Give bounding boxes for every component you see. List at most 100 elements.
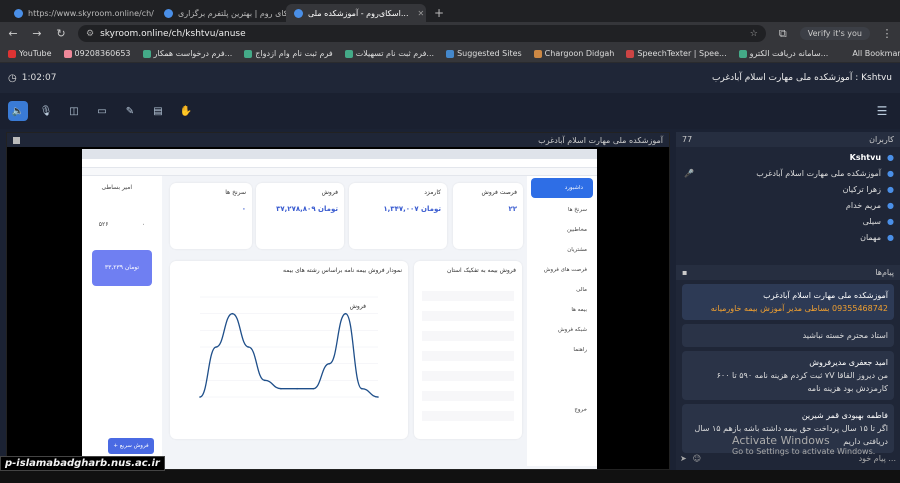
hamburger-menu-icon[interactable]: ☰ xyxy=(872,101,892,121)
bookmark-item[interactable]: SpeechTexter | Spee... xyxy=(626,49,727,58)
room-toolbar: 🔈 🎙 ◫ ▭ ✎ ▤ ✋ ☰ xyxy=(0,93,900,129)
reload-icon[interactable]: ↻ xyxy=(54,27,68,40)
bookmark-item[interactable]: سامانه دریافت الکترو... xyxy=(738,49,828,58)
bookmark-icon xyxy=(738,49,747,58)
sales-chart-card: نمودار فروش بیمه نامه براساس رشته های بی… xyxy=(170,261,408,439)
fullscreen-icon[interactable] xyxy=(13,136,20,144)
data-point xyxy=(231,312,234,315)
tab-label: اسکای روم | بهترین پلتفرم برگزاری xyxy=(178,8,286,18)
balance-box: ۳۳,۲۳۹ تومان xyxy=(92,250,152,286)
data-point xyxy=(215,346,217,348)
timer: ◷ 1:02:07 xyxy=(8,73,56,84)
menu-item: داشبورد xyxy=(531,178,593,198)
menu-icon[interactable]: ⋮ xyxy=(880,27,894,40)
message-sender: امید جعفری مدیرفروش xyxy=(809,358,888,367)
bookmark-item[interactable]: فرم درخواست همکار... xyxy=(142,49,232,58)
bookmark-item[interactable]: فرم ثبت نام تسهیلات... xyxy=(344,49,434,58)
browser-tab-3[interactable]: اسکای‌روم - آموزشکده ملی... ✕ xyxy=(286,4,426,22)
site-favicon xyxy=(294,8,303,18)
message-item: آموزشکده ملی مهارت اسلام آبادغرب 09355468… xyxy=(682,284,894,320)
user-row[interactable]: مریم خدام ● xyxy=(676,197,900,213)
data-point xyxy=(280,387,282,390)
screen-icon[interactable]: ▭ xyxy=(92,101,112,121)
bookmark-item[interactable]: Chargoon Didgah xyxy=(533,49,614,58)
emoji-icon[interactable]: ☺ xyxy=(693,454,701,463)
message-sender: آموزشکده ملی مهارت اسلام آبادغرب xyxy=(763,291,888,300)
menu-item: بیمه ها xyxy=(571,307,587,313)
new-tab-button[interactable]: + xyxy=(426,4,452,22)
pen-icon[interactable]: ✎ xyxy=(120,101,140,121)
bookmark-item[interactable]: Suggested Sites xyxy=(446,49,522,58)
bookmark-icon xyxy=(244,49,253,58)
bookmark-icon xyxy=(344,49,353,58)
tab-label: https://www.skyroom.online/ch/ xyxy=(28,8,154,18)
speaker-icon[interactable]: 🔈 xyxy=(8,101,28,121)
site-brand: p-islamabadgharb.nus.ac.ir xyxy=(0,456,165,471)
users-list: Kshtvu ● 🎤 آموزشکده ملی مهارت اسلام آبادغر… xyxy=(676,147,900,245)
sell-button: + فروش سریع xyxy=(108,438,154,454)
url-bar[interactable]: ⚙ skyroom.online/ch/kshtvu/anuse ☆ xyxy=(78,25,766,42)
user-name: مهمان xyxy=(860,232,882,242)
close-icon[interactable]: ✕ xyxy=(418,9,425,18)
shared-address-bar xyxy=(82,159,597,168)
footer-bar xyxy=(0,470,900,483)
windows-watermark: Activate Windows Go to Settings to activ… xyxy=(732,434,875,456)
bookmark-item[interactable]: YouTube xyxy=(8,49,52,58)
address-row: ← → ↻ ⚙ skyroom.online/ch/kshtvu/anuse ☆… xyxy=(0,22,900,45)
watermark-sub: Go to Settings to activate Windows. xyxy=(732,447,876,456)
message-sender: فاطمه بهبودی قمر شیرین xyxy=(801,411,888,420)
browser-tab-1[interactable]: https://www.skyroom.online/ch/✕ xyxy=(6,4,156,22)
hand-icon[interactable]: ✋ xyxy=(176,101,196,121)
back-icon[interactable]: ← xyxy=(6,27,20,40)
panel-toggle-icon[interactable]: ▪ xyxy=(682,268,687,277)
star-icon[interactable]: ☆ xyxy=(750,29,758,39)
message-item: امید جعفری مدیرفروش من دیروز القاقا ۷V ثب… xyxy=(682,351,894,400)
data-point xyxy=(361,387,363,390)
user-icon: ● xyxy=(887,200,894,210)
stat-card: کارمزد ۱,۳۴۷,۰۰۷ تومان xyxy=(349,183,447,249)
bookmark-item[interactable]: فرم ثبت نام وام ازدواج xyxy=(244,49,333,58)
bookmarks-bar: YouTube 09208360653 فرم درخواست همکار...… xyxy=(0,45,900,63)
user-row[interactable]: Kshtvu ● xyxy=(676,149,900,165)
tab-label: اسکای‌روم - آموزشکده ملی... xyxy=(308,8,409,18)
province-chart-card: فروش بیمه به تفکیک استان xyxy=(414,261,522,439)
user-name: آموزشکده ملی مهارت اسلام آبادغرب xyxy=(756,168,882,178)
site-info-icon[interactable]: ⚙ xyxy=(86,29,94,39)
forward-icon[interactable]: → xyxy=(30,27,44,40)
user-row[interactable]: مهمان ● xyxy=(676,229,900,245)
user-name: زهرا ترکیان xyxy=(842,184,882,194)
bookmark-icon xyxy=(142,49,151,58)
users-title: کاربران xyxy=(869,135,894,144)
data-point xyxy=(247,346,250,348)
data-point xyxy=(312,387,315,390)
camera-off-icon[interactable]: ◫ xyxy=(64,101,84,121)
room-title: آموزشکده ملی مهارت اسلام آبادغرب : Kshtv… xyxy=(711,73,892,83)
profile-name: امیر بساطی xyxy=(101,184,132,191)
menu-item: راهنما xyxy=(573,347,587,353)
user-name: Kshtvu xyxy=(849,152,882,162)
user-row[interactable]: زهرا ترکیان ● xyxy=(676,181,900,197)
mic-off-icon[interactable]: 🎙 xyxy=(36,101,56,121)
verify-button[interactable]: Verify it's you xyxy=(799,27,870,40)
user-row[interactable]: 🎤 آموزشکده ملی مهارت اسلام آبادغرب ● xyxy=(676,165,900,181)
menu-item: سرنخ ها xyxy=(567,207,587,213)
site-favicon xyxy=(14,8,23,18)
data-point xyxy=(328,362,331,365)
user-name: سیلی xyxy=(862,216,882,226)
send-icon[interactable]: ➤ xyxy=(680,454,687,463)
stat-value: ۵۲۶ xyxy=(98,221,109,228)
browser-tab-bar: https://www.skyroom.online/ch/✕ اسکای رو… xyxy=(0,0,900,22)
menu-item: مشتریان xyxy=(567,247,587,253)
bookmark-icon xyxy=(63,49,72,58)
board-icon[interactable]: ▤ xyxy=(148,101,168,121)
bookmark-item[interactable]: 09208360653 xyxy=(63,49,131,58)
data-point xyxy=(344,312,347,315)
bookmark-icon xyxy=(533,49,542,58)
all-bookmarks[interactable]: All Bookmarks xyxy=(852,49,900,58)
balance-value: ۳۳,۲۳۹ تومان xyxy=(104,264,140,271)
users-header: 77 کاربران xyxy=(676,132,900,147)
user-row[interactable]: سیلی ● xyxy=(676,213,900,229)
browser-tab-2[interactable]: اسکای روم | بهترین پلتفرم برگزاری✕ xyxy=(156,4,286,22)
extensions-icon[interactable]: ⧉ xyxy=(776,27,790,41)
series-line xyxy=(199,313,379,398)
